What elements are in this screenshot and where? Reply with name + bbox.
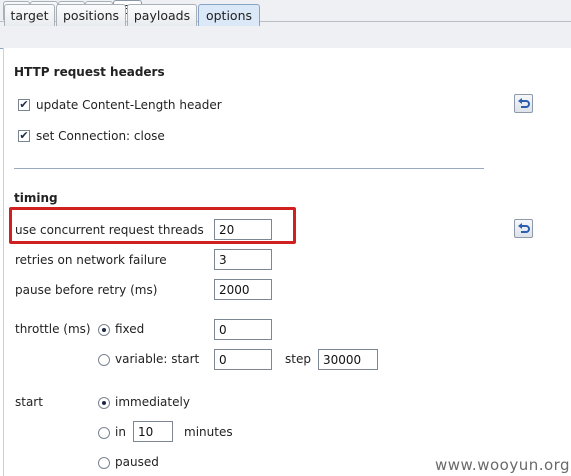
tab-target[interactable]: target xyxy=(4,4,55,26)
throttle-label: throttle (ms) xyxy=(15,322,91,336)
throttle-fixed-input[interactable] xyxy=(214,319,272,340)
start-in-label: in xyxy=(115,425,126,439)
start-immediately-radio[interactable] xyxy=(98,397,110,409)
throttle-variable-start-input[interactable] xyxy=(214,349,272,370)
throttle-fixed-radio[interactable] xyxy=(98,324,110,336)
start-in-radio[interactable] xyxy=(98,427,110,439)
set-connection-close-label: set Connection: close xyxy=(36,129,165,143)
start-in-minutes-input[interactable] xyxy=(133,421,173,442)
watermark-text: www.wooyun.org xyxy=(435,456,571,474)
tab-payloads[interactable]: payloads xyxy=(127,4,197,26)
start-paused-radio[interactable] xyxy=(98,457,110,469)
start-immediately-label: immediately xyxy=(115,395,190,409)
throttle-step-label: step xyxy=(285,352,311,366)
update-content-length-checkbox[interactable]: ✔ xyxy=(18,99,30,111)
throttle-variable-label: variable: start xyxy=(115,352,200,366)
retries-input[interactable] xyxy=(214,249,272,270)
sub-tab-bar xyxy=(0,22,571,49)
tab-options[interactable]: options xyxy=(198,4,260,26)
concurrent-threads-input[interactable] xyxy=(214,219,272,240)
concurrent-threads-label: use concurrent request threads xyxy=(15,223,204,237)
reset-timing-button[interactable] xyxy=(514,219,533,238)
start-paused-label: paused xyxy=(115,455,159,469)
set-connection-close-checkbox[interactable]: ✔ xyxy=(18,130,30,142)
reset-headers-button[interactable] xyxy=(514,94,533,113)
reset-arrow-icon xyxy=(518,223,530,233)
retries-label: retries on network failure xyxy=(15,253,167,267)
start-minutes-label: minutes xyxy=(184,425,233,439)
start-label: start xyxy=(15,395,43,409)
throttle-fixed-label: fixed xyxy=(115,322,145,336)
throttle-variable-radio[interactable] xyxy=(98,354,110,366)
pause-before-retry-input[interactable] xyxy=(214,279,272,300)
pause-before-retry-label: pause before retry (ms) xyxy=(15,283,158,297)
reset-arrow-icon xyxy=(518,98,530,108)
throttle-step-input[interactable] xyxy=(318,349,378,370)
update-content-length-label: update Content-Length header xyxy=(36,98,222,112)
section-divider xyxy=(14,168,484,169)
timing-title: timing xyxy=(14,191,58,205)
http-headers-title: HTTP request headers xyxy=(14,65,165,79)
tab-positions[interactable]: positions xyxy=(56,4,126,26)
